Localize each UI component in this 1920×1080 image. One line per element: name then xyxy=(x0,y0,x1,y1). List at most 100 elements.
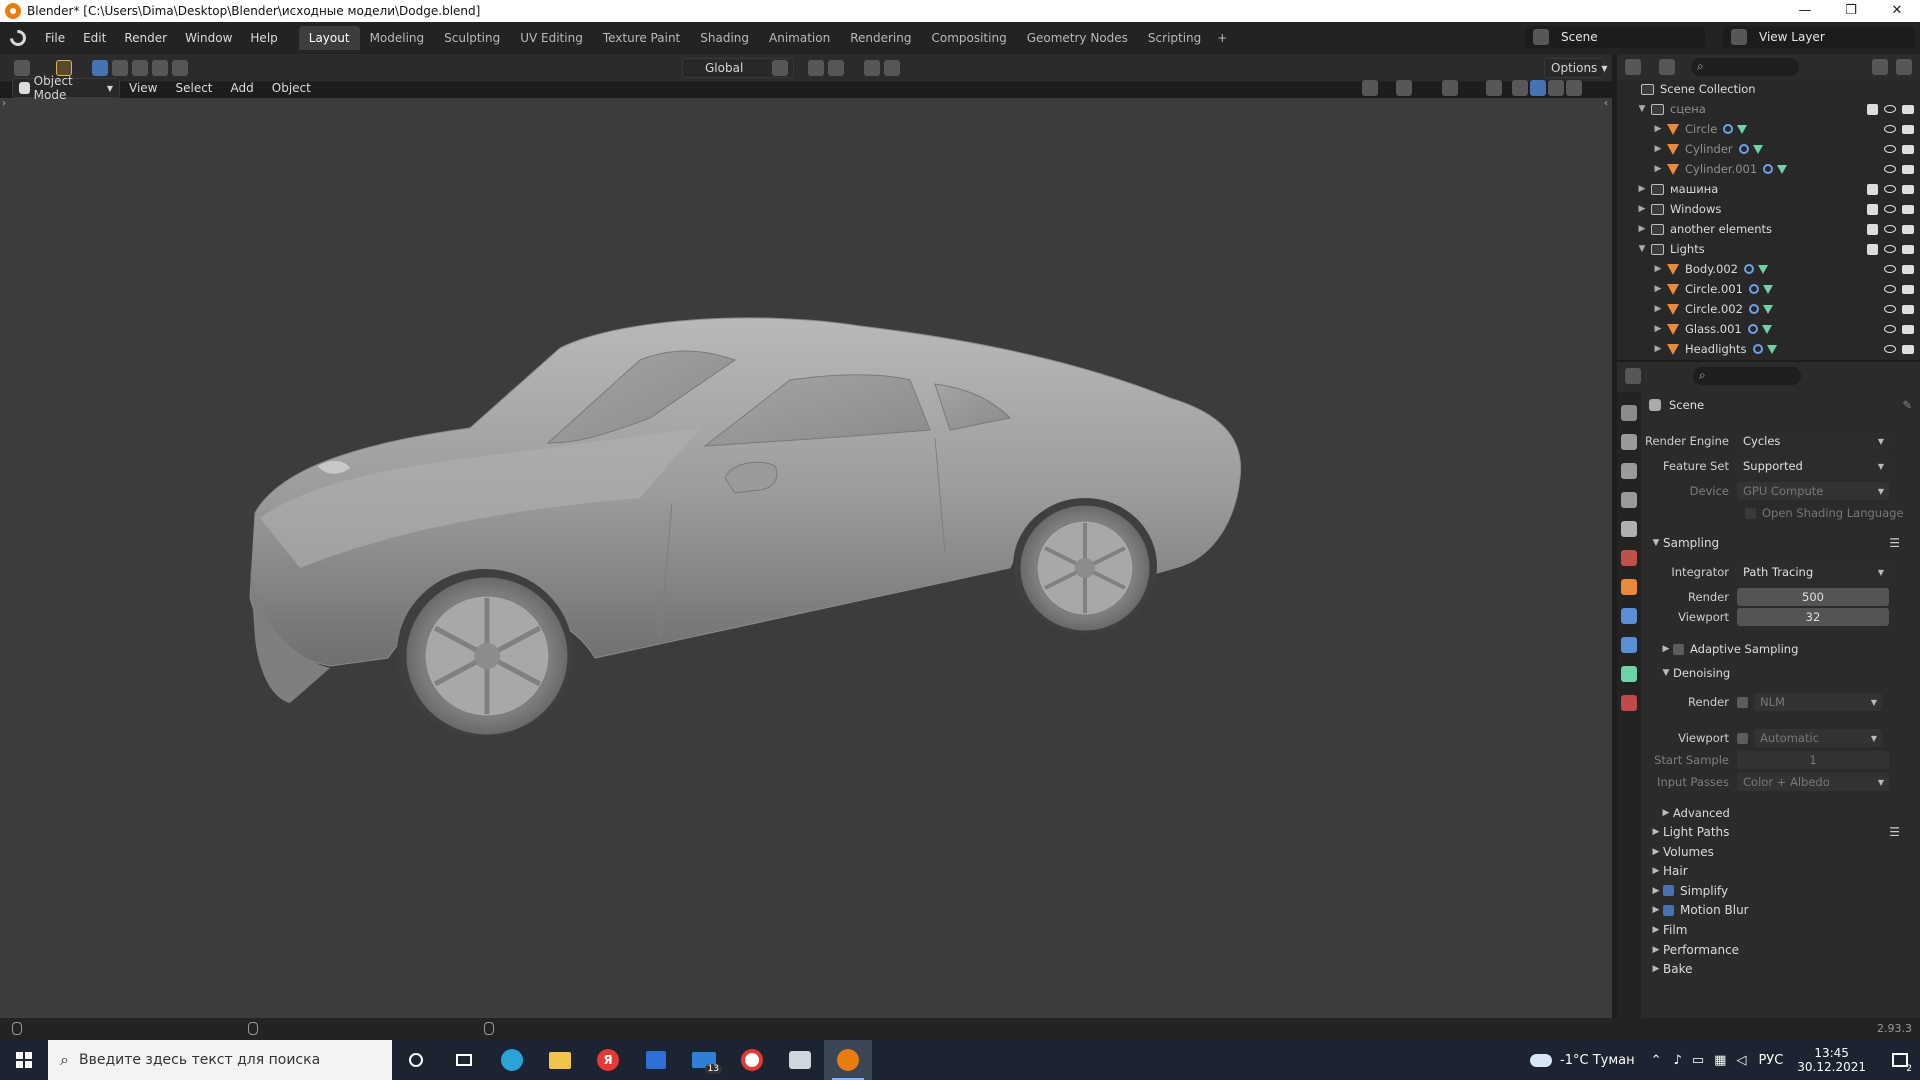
render-engine-dropdown[interactable]: Cycles ▼ xyxy=(1737,432,1889,450)
menu-edit[interactable]: Edit xyxy=(74,31,115,45)
proportional-editing-icon[interactable] xyxy=(864,60,880,76)
workspace-tab-animation[interactable]: Animation xyxy=(759,26,840,50)
restore-button[interactable]: ❐ xyxy=(1828,0,1874,22)
edge-icon[interactable] xyxy=(488,1040,536,1080)
presets-icon[interactable]: ☰ xyxy=(1889,536,1900,550)
eye-icon[interactable] xyxy=(1884,205,1896,213)
view-layer-selector[interactable]: View Layer xyxy=(1723,26,1915,48)
workspace-tab-modeling[interactable]: Modeling xyxy=(360,26,435,50)
outliner-row[interactable]: ▶ Circle.002 xyxy=(1617,299,1920,319)
snap-icon[interactable] xyxy=(808,60,824,76)
xray-icon[interactable] xyxy=(1486,80,1502,96)
camera-icon[interactable] xyxy=(1902,164,1914,174)
constraints-tab-icon[interactable] xyxy=(1621,666,1637,682)
eye-icon[interactable] xyxy=(1884,165,1896,173)
eye-icon[interactable] xyxy=(1884,345,1896,353)
camera-icon[interactable] xyxy=(1902,224,1914,234)
workspace-tab-sculpting[interactable]: Sculpting xyxy=(434,26,510,50)
eye-icon[interactable] xyxy=(1884,285,1896,293)
device-dropdown[interactable]: GPU Compute ▼ xyxy=(1737,482,1889,500)
view-layer-tab-icon[interactable] xyxy=(1621,492,1637,508)
outliner-row[interactable]: ▶ Glass.001 xyxy=(1617,319,1920,339)
select-difference-icon[interactable] xyxy=(152,60,168,76)
outliner-editor-icon[interactable] xyxy=(1625,59,1641,75)
exclude-checkbox[interactable] xyxy=(1867,103,1878,115)
microphone-icon[interactable]: ♪ xyxy=(1674,1053,1682,1068)
object-menu[interactable]: Object xyxy=(263,81,320,95)
workspace-tab-layout[interactable]: Layout xyxy=(298,26,360,50)
eye-icon[interactable] xyxy=(1884,145,1896,153)
collapse-arrow-icon[interactable]: ▶ xyxy=(1653,284,1663,294)
collapse-arrow-icon[interactable]: ▶ xyxy=(1653,264,1663,274)
outliner-row[interactable]: ▶ Circle xyxy=(1617,119,1920,139)
start-button[interactable] xyxy=(0,1040,48,1080)
camera-icon[interactable] xyxy=(1902,144,1914,154)
editor-type-icon[interactable] xyxy=(14,60,30,76)
panel-checkbox[interactable] xyxy=(1663,904,1674,916)
sampling-panel-header[interactable]: ▼ Sampling ☰ xyxy=(1643,532,1920,554)
workspace-tab-texture-paint[interactable]: Texture Paint xyxy=(593,26,690,50)
adaptive-sampling-subpanel[interactable]: ▶ Adaptive Sampling xyxy=(1643,638,1920,660)
physics-tab-icon[interactable] xyxy=(1621,637,1637,653)
outliner-search-input[interactable]: ⌕ xyxy=(1691,58,1799,76)
expand-arrow-icon[interactable]: ▼ xyxy=(1637,104,1647,114)
overlays-icon[interactable] xyxy=(1442,80,1458,96)
outliner-row[interactable]: ▶ Cylinder xyxy=(1617,139,1920,159)
options-dropdown[interactable]: Options ▼ xyxy=(1544,58,1607,78)
3d-viewport[interactable]: › ‹ xyxy=(0,98,1612,1018)
expand-arrow-icon[interactable]: ▼ xyxy=(1637,244,1647,254)
blender-menu-icon[interactable] xyxy=(6,26,30,50)
gizmo-icon[interactable] xyxy=(1396,80,1412,96)
yandex-browser-icon[interactable] xyxy=(728,1040,776,1080)
eye-icon[interactable] xyxy=(1884,225,1896,233)
battery-icon[interactable]: ▭ xyxy=(1692,1053,1704,1068)
menu-file[interactable]: File xyxy=(36,31,74,45)
workspace-tab-shading[interactable]: Shading xyxy=(690,26,759,50)
scene-collection-row[interactable]: Scene Collection xyxy=(1617,79,1920,99)
outliner-row[interactable]: ▶ another elements xyxy=(1617,219,1920,239)
blender-taskbar-icon[interactable] xyxy=(824,1040,872,1080)
object-tab-icon[interactable] xyxy=(1621,579,1637,595)
object-mode-dropdown[interactable]: Object Mode ▼ xyxy=(12,74,120,102)
minimize-button[interactable]: — xyxy=(1782,0,1828,22)
collapse-arrow-icon[interactable]: ▶ xyxy=(1653,324,1663,334)
output-tab-icon[interactable] xyxy=(1621,463,1637,479)
collapse-arrow-icon[interactable]: ▶ xyxy=(1653,304,1663,314)
add-workspace-icon[interactable]: + xyxy=(1211,26,1233,50)
eye-icon[interactable] xyxy=(1884,125,1896,133)
store-icon[interactable] xyxy=(632,1040,680,1080)
eye-icon[interactable] xyxy=(1884,265,1896,273)
eye-icon[interactable] xyxy=(1884,245,1896,253)
properties-editor-icon[interactable] xyxy=(1625,368,1641,384)
sidebar-expand-icon[interactable]: ‹ xyxy=(1604,98,1608,109)
visibility-icon[interactable] xyxy=(1362,80,1378,96)
notifications-button[interactable]: 2 xyxy=(1880,1040,1920,1080)
collapse-arrow-icon[interactable]: ▶ xyxy=(1637,184,1647,194)
camera-icon[interactable] xyxy=(1902,264,1914,274)
chevron-up-icon[interactable]: ⌃ xyxy=(1651,1053,1662,1068)
camera-icon[interactable] xyxy=(1902,204,1914,214)
input-passes-dropdown[interactable]: Color + Albedo ▼ xyxy=(1737,773,1889,791)
select-extend-icon[interactable] xyxy=(112,60,128,76)
task-view-icon[interactable] xyxy=(440,1040,488,1080)
toolbar-expand-icon[interactable]: › xyxy=(2,98,6,109)
denoising-subpanel[interactable]: ▼ Denoising xyxy=(1643,662,1920,684)
outliner-row[interactable]: ▶ Circle.001 xyxy=(1617,279,1920,299)
volume-icon[interactable]: ◁ xyxy=(1736,1053,1746,1068)
workspace-tab-uv-editing[interactable]: UV Editing xyxy=(510,26,593,50)
feature-set-dropdown[interactable]: Supported ▼ xyxy=(1737,457,1889,475)
start-sample-field[interactable]: 1 xyxy=(1737,751,1889,769)
exclude-checkbox[interactable] xyxy=(1867,183,1878,195)
eye-icon[interactable] xyxy=(1884,305,1896,313)
workspace-tab-scripting[interactable]: Scripting xyxy=(1138,26,1211,50)
eye-icon[interactable] xyxy=(1884,185,1896,193)
camera-icon[interactable] xyxy=(1902,344,1914,354)
scene-tab-icon[interactable] xyxy=(1621,521,1637,537)
denoise-viewport-checkbox[interactable] xyxy=(1737,732,1748,744)
world-tab-icon[interactable] xyxy=(1621,550,1637,566)
outliner-row[interactable]: ▼ сцена xyxy=(1617,99,1920,119)
outliner-row[interactable]: ▼ Lights xyxy=(1617,239,1920,259)
adaptive-sampling-checkbox[interactable] xyxy=(1673,643,1684,655)
filter-icon[interactable] xyxy=(1872,59,1888,75)
integrator-dropdown[interactable]: Path Tracing ▼ xyxy=(1737,563,1889,581)
